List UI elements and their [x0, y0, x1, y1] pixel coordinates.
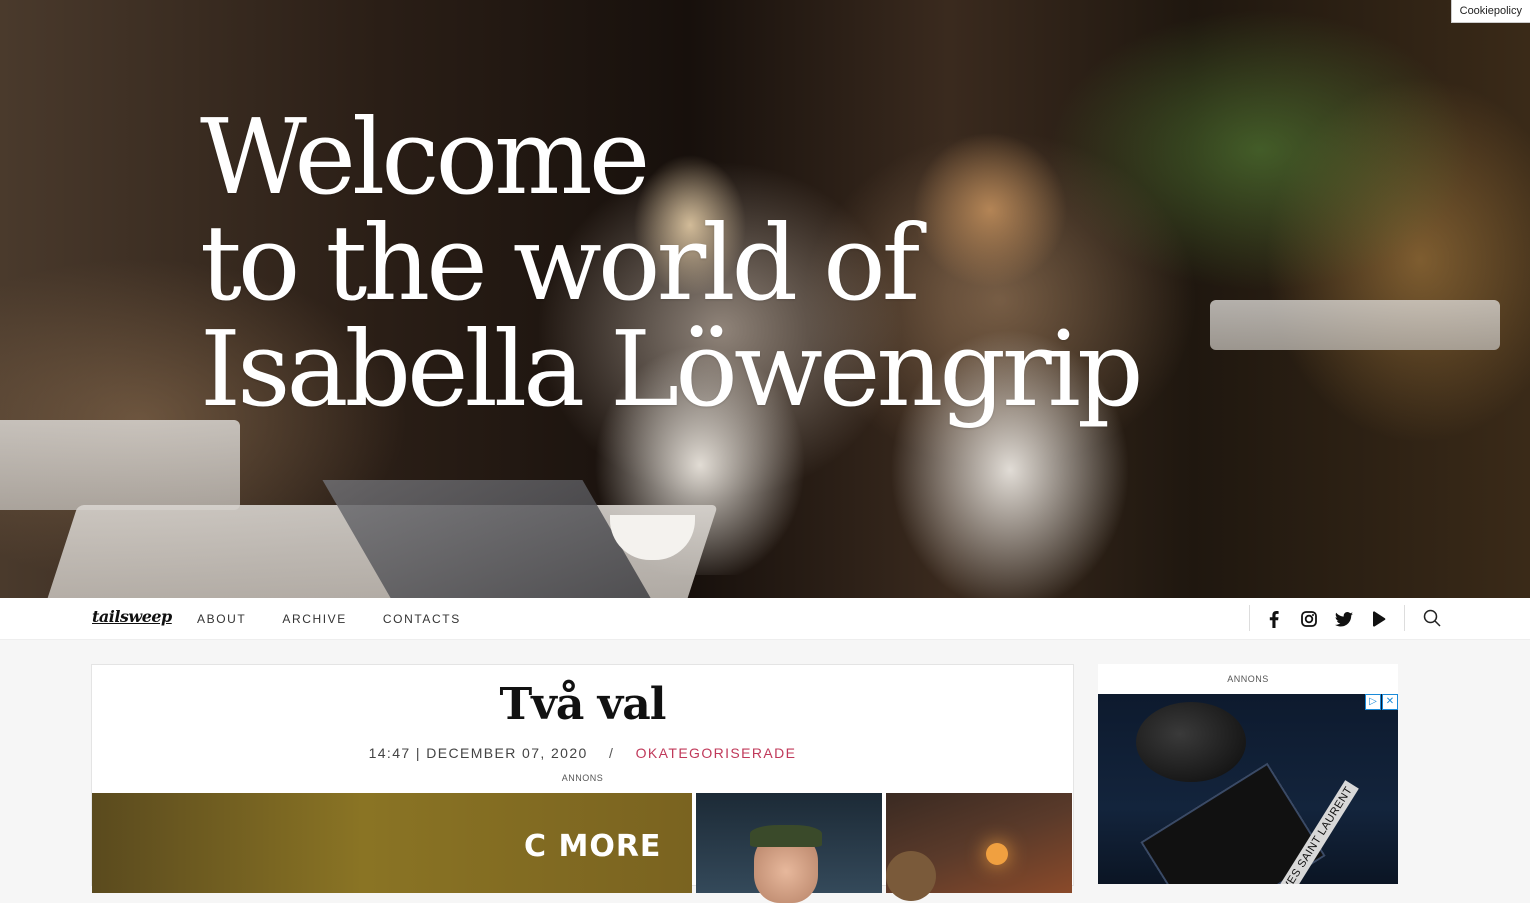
ad-thumbnail[interactable]	[886, 793, 1072, 901]
ad-choices: ▷ ✕	[1364, 694, 1398, 710]
blog-post-card: Två val 14:47 | DECEMBER 07, 2020 / OKAT…	[91, 664, 1074, 903]
hero-bg-table-right	[1210, 300, 1500, 350]
ad-lamp	[986, 843, 1008, 865]
post-datetime: 14:47 | DECEMBER 07, 2020	[368, 745, 588, 761]
youtube-play-icon[interactable]	[1369, 609, 1389, 629]
ad-person-head	[886, 851, 936, 901]
search-icon[interactable]	[1423, 609, 1443, 629]
perfume-cap	[1136, 702, 1246, 782]
close-ad-icon[interactable]: ✕	[1382, 694, 1398, 710]
hero-banner: Welcome to the world of Isabella Löwengr…	[0, 0, 1530, 598]
cookie-policy-button[interactable]: Cookiepolicy	[1450, 0, 1530, 23]
cmore-logo: C MORE	[524, 829, 662, 864]
hero-title-line: to the world of	[200, 202, 920, 324]
post-title[interactable]: Två val	[92, 679, 1073, 730]
tailsweep-logo[interactable]: tailsweep	[92, 607, 172, 626]
meta-separator: /	[609, 745, 615, 761]
ad-person-hat	[750, 825, 822, 847]
nav-link-contacts[interactable]: CONTACTS	[383, 612, 461, 626]
instagram-icon[interactable]	[1299, 609, 1319, 629]
ad-label: ANNONS	[561, 773, 604, 783]
facebook-icon[interactable]	[1264, 609, 1284, 629]
nav-link-archive[interactable]: ARCHIVE	[282, 612, 347, 626]
top-navbar: tailsweep ABOUT ARCHIVE CONTACTS	[0, 598, 1530, 640]
ad-label: ANNONS	[1227, 674, 1269, 684]
hero-title-line: Isabella Löwengrip	[200, 308, 1144, 430]
nav-divider	[1249, 605, 1250, 631]
post-category-link[interactable]: OKATEGORISERADE	[636, 745, 797, 761]
adchoices-icon[interactable]: ▷	[1365, 694, 1381, 710]
hero-bg-table-left	[0, 420, 240, 510]
sidebar-ad: ANNONS YVES SAINT LAURENT ▷ ✕	[1098, 664, 1398, 884]
ysl-perfume-ad[interactable]: YVES SAINT LAURENT ▷ ✕	[1098, 694, 1398, 884]
nav-link-about[interactable]: ABOUT	[197, 612, 246, 626]
post-meta: 14:47 | DECEMBER 07, 2020 / OKATEGORISER…	[92, 745, 1073, 761]
ad-thumbnail[interactable]	[696, 793, 882, 903]
nav-links: ABOUT ARCHIVE CONTACTS	[197, 612, 497, 626]
twitter-icon[interactable]	[1334, 609, 1354, 629]
cmore-ad-banner[interactable]: C MORE	[92, 793, 692, 893]
social-links	[1264, 609, 1404, 629]
nav-divider	[1404, 605, 1405, 631]
hero-title: Welcome to the world of Isabella Löwengr…	[200, 96, 1144, 430]
hero-title-line: Welcome	[200, 96, 650, 218]
